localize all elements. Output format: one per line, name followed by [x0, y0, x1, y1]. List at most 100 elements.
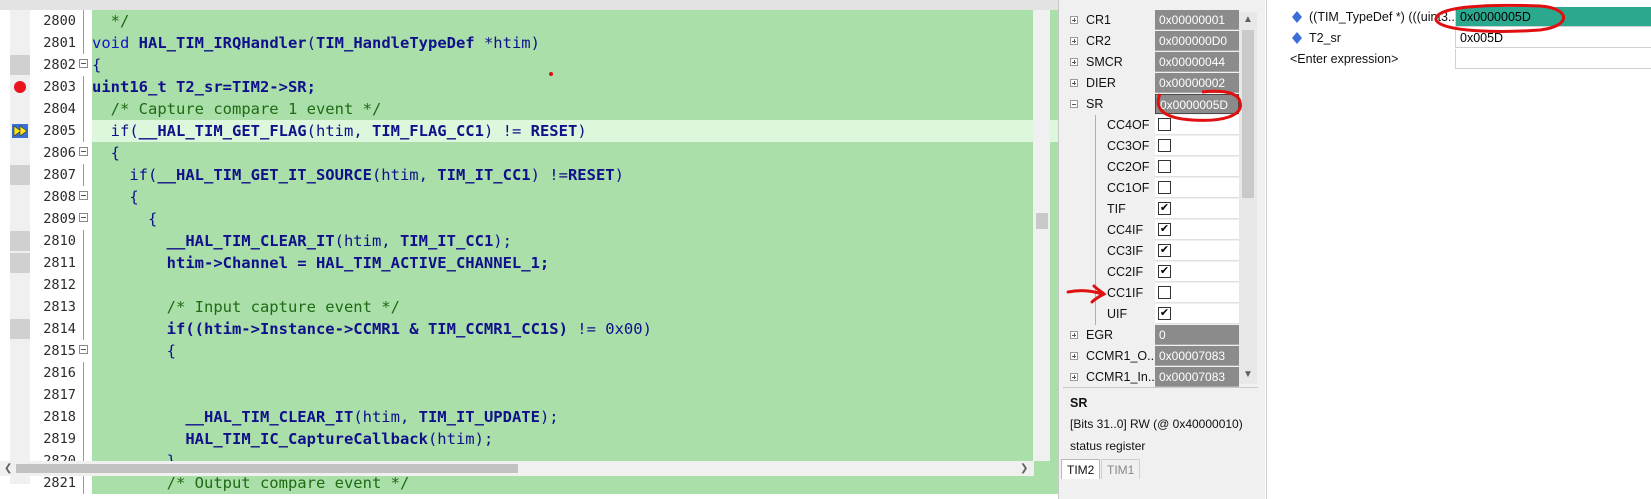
line-marker[interactable] [10, 319, 30, 339]
checkbox[interactable] [1158, 118, 1171, 131]
code-text[interactable]: /* Input capture event */ [92, 296, 1088, 318]
line-marker[interactable] [10, 165, 30, 185]
fold-collapse-icon[interactable] [79, 59, 88, 68]
checkbox[interactable]: ✔ [1158, 202, 1171, 215]
code-line[interactable]: 2809 { [0, 208, 1088, 230]
register-bit-row[interactable]: CC2IF ✔ [1063, 262, 1239, 283]
code-text[interactable]: */ [92, 10, 1088, 32]
line-marker[interactable] [10, 275, 30, 295]
register-bit-row[interactable]: TIF ✔ [1063, 199, 1239, 220]
line-marker[interactable] [10, 33, 30, 53]
register-row[interactable]: CCMR1_In... 0x00007083 [1063, 367, 1239, 388]
line-marker[interactable] [10, 187, 30, 207]
register-bit-value[interactable] [1155, 283, 1239, 303]
register-bit-row[interactable]: UIF ✔ [1063, 304, 1239, 325]
fold-collapse-icon[interactable] [79, 191, 88, 200]
register-bit-row[interactable]: CC1OF [1063, 178, 1239, 199]
code-text[interactable]: __HAL_TIM_CLEAR_IT(htim, TIM_IT_UPDATE); [92, 406, 1088, 428]
checkbox[interactable]: ✔ [1158, 265, 1171, 278]
fold-collapse-icon[interactable] [79, 213, 88, 222]
register-value[interactable]: 0x00007083 [1155, 367, 1239, 387]
line-marker[interactable] [10, 99, 30, 119]
line-marker[interactable] [10, 209, 30, 229]
register-bit-row[interactable]: CC2OF [1063, 157, 1239, 178]
register-bit-row[interactable]: CC4OF [1063, 115, 1239, 136]
code-line[interactable]: 2807 if(__HAL_TIM_GET_IT_SOURCE(htim, TI… [0, 164, 1088, 186]
breakpoint-icon[interactable] [14, 81, 26, 93]
code-line[interactable]: 2812 [0, 274, 1088, 296]
fold-collapse-icon[interactable] [79, 345, 88, 354]
register-bit-value[interactable]: ✔ [1155, 304, 1239, 324]
checkbox[interactable]: ✔ [1158, 244, 1171, 257]
code-text[interactable]: if(__HAL_TIM_GET_IT_SOURCE(htim, TIM_IT_… [92, 164, 1088, 186]
register-value[interactable]: 0 [1155, 325, 1239, 345]
line-marker[interactable] [10, 253, 30, 273]
code-line[interactable]: 2819 HAL_TIM_IC_CaptureCallback(htim); [0, 428, 1088, 450]
code-line[interactable]: 2813 /* Input capture event */ [0, 296, 1088, 318]
line-marker[interactable] [10, 341, 30, 361]
register-bit-value[interactable]: ✔ [1155, 199, 1239, 219]
expand-plus-icon[interactable] [1070, 16, 1078, 24]
register-bit-value[interactable] [1155, 178, 1239, 198]
code-text[interactable]: if(__HAL_TIM_GET_FLAG(htim, TIM_FLAG_CC1… [92, 120, 1088, 142]
expand-plus-icon[interactable] [1070, 352, 1078, 360]
register-value[interactable]: 0x00000001 [1155, 10, 1239, 30]
code-text[interactable]: /* Capture compare 1 event */ [92, 98, 1088, 120]
editor-vertical-scroll-thumb[interactable] [1036, 213, 1048, 229]
watch-value[interactable]: 0x0000005D [1455, 7, 1651, 27]
code-line[interactable]: 2808 { [0, 186, 1088, 208]
line-marker[interactable] [10, 473, 30, 493]
code-text[interactable]: { [92, 54, 1088, 76]
tab-tim2[interactable]: TIM2 [1061, 459, 1101, 479]
code-line[interactable]: 2803 uint16_t T2_sr=TIM2->SR; [0, 76, 1088, 98]
line-marker[interactable] [10, 231, 30, 251]
register-bit-value[interactable]: ✔ [1155, 262, 1239, 282]
register-row[interactable]: SR 0x0000005D [1063, 94, 1239, 115]
checkbox[interactable] [1158, 181, 1171, 194]
checkbox[interactable] [1158, 286, 1171, 299]
code-text[interactable]: if((htim->Instance->CCMR1 & TIM_CCMR1_CC… [92, 318, 1088, 340]
line-marker[interactable] [10, 55, 30, 75]
code-text[interactable]: { [92, 186, 1088, 208]
checkbox[interactable] [1158, 139, 1171, 152]
checkbox[interactable]: ✔ [1158, 223, 1171, 236]
expand-plus-icon[interactable] [1070, 37, 1078, 45]
register-bit-value[interactable] [1155, 136, 1239, 156]
register-row[interactable]: EGR 0 [1063, 325, 1239, 346]
code-line[interactable]: 2810 __HAL_TIM_CLEAR_IT(htim, TIM_IT_CC1… [0, 230, 1088, 252]
line-marker[interactable] [10, 429, 30, 449]
line-marker[interactable] [10, 297, 30, 317]
line-marker[interactable] [10, 407, 30, 427]
code-line[interactable]: 2818 __HAL_TIM_CLEAR_IT(htim, TIM_IT_UPD… [0, 406, 1088, 428]
code-text[interactable] [92, 362, 1088, 384]
watch-row[interactable]: <Enter expression> [1276, 49, 1651, 70]
collapse-minus-icon[interactable] [1070, 100, 1078, 108]
line-marker[interactable] [10, 11, 30, 31]
watch-row[interactable]: T2_sr 0x005D [1276, 28, 1651, 49]
watch-value[interactable] [1455, 49, 1651, 69]
register-scroll-thumb[interactable] [1242, 30, 1254, 198]
code-text[interactable] [92, 384, 1088, 406]
register-row[interactable]: CCMR1_O... 0x00007083 [1063, 346, 1239, 367]
checkbox[interactable]: ✔ [1158, 307, 1171, 320]
code-text[interactable]: { [92, 142, 1088, 164]
register-bit-row[interactable]: CC3IF ✔ [1063, 241, 1239, 262]
scroll-left-icon[interactable]: ❮ [4, 463, 12, 474]
expand-plus-icon[interactable] [1070, 58, 1078, 66]
register-bit-value[interactable]: ✔ [1155, 220, 1239, 240]
code-line[interactable]: 2814 if((htim->Instance->CCMR1 & TIM_CCM… [0, 318, 1088, 340]
code-text[interactable]: { [92, 208, 1088, 230]
code-text[interactable]: __HAL_TIM_CLEAR_IT(htim, TIM_IT_CC1); [92, 230, 1088, 252]
line-marker[interactable] [10, 363, 30, 383]
line-marker[interactable] [10, 385, 30, 405]
code-line[interactable]: 2800 */ [0, 10, 1088, 32]
code-editor[interactable]: 2800 */ 2801 void HAL_TIM_IRQHandler(TIM_H… [0, 0, 1116, 499]
code-text[interactable]: void HAL_TIM_IRQHandler(TIM_HandleTypeDe… [92, 32, 1088, 54]
code-line[interactable]: 2801 void HAL_TIM_IRQHandler(TIM_HandleTy… [0, 32, 1088, 54]
code-text[interactable]: { [92, 340, 1088, 362]
register-bit-value[interactable] [1155, 157, 1239, 177]
code-text[interactable]: HAL_TIM_IC_CaptureCallback(htim); [92, 428, 1088, 450]
code-text[interactable]: htim->Channel = HAL_TIM_ACTIVE_CHANNEL_1… [92, 252, 1088, 274]
code-line[interactable]: 2805 if(__HAL_TIM_GET_FLAG(htim, TIM_FLA… [0, 120, 1088, 142]
expand-plus-icon[interactable] [1070, 373, 1078, 381]
